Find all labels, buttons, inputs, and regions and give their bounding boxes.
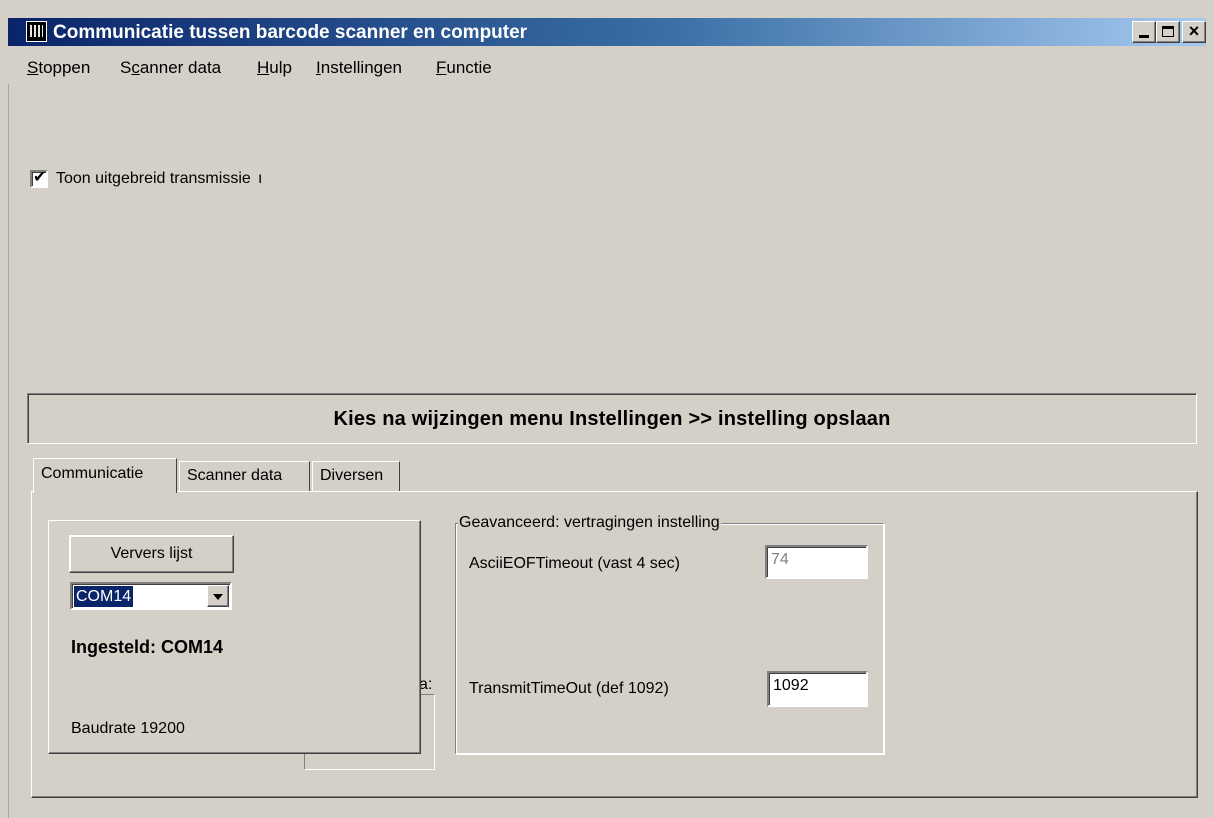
baudrate-label: Baudrate 19200 bbox=[71, 720, 185, 737]
tab-scanner-data[interactable]: Scanner data bbox=[179, 461, 310, 491]
tab-diversen[interactable]: Diversen bbox=[312, 461, 400, 491]
minimize-button[interactable] bbox=[1132, 21, 1156, 43]
checkmark-icon: ✔ bbox=[33, 169, 47, 186]
transmission-checkbox-label: Toon uitgebreid transmissie ι bbox=[56, 170, 262, 187]
obscured-label: a: bbox=[419, 676, 433, 693]
chevron-down-icon bbox=[213, 594, 223, 600]
dropdown-button[interactable] bbox=[207, 585, 229, 607]
maximize-icon bbox=[1162, 26, 1174, 37]
selected-com-port: COM14 bbox=[74, 586, 134, 607]
window-title: Communicatie tussen barcode scanner en c… bbox=[53, 22, 528, 43]
settings-banner-text: Kies na wijzingen menu Instellingen >> i… bbox=[333, 408, 891, 430]
advanced-group-title: Geavanceerd: vertragingen instelling bbox=[458, 513, 721, 533]
app-icon[interactable] bbox=[26, 21, 47, 42]
minimize-icon bbox=[1139, 35, 1149, 38]
settings-banner: Kies na wijzingen menu Instellingen >> i… bbox=[27, 393, 1197, 444]
menu-stoppen[interactable]: Stoppen bbox=[27, 56, 90, 80]
transmit-timeout-field[interactable]: 1092 bbox=[767, 671, 868, 707]
ascii-eof-timeout-field: 74 bbox=[765, 545, 868, 579]
transmission-checkbox[interactable]: ✔ bbox=[30, 169, 48, 188]
main-window: Communicatie tussen barcode scanner en c… bbox=[0, 0, 1214, 818]
close-button[interactable]: × bbox=[1182, 21, 1206, 43]
ascii-eof-timeout-label: AsciiEOFTimeout (vast 4 sec) bbox=[469, 555, 681, 572]
com-port-select[interactable]: COM14 bbox=[70, 582, 232, 610]
menu-scanner-data[interactable]: Scanner data bbox=[120, 56, 221, 80]
window-left-border bbox=[8, 84, 9, 818]
close-icon: × bbox=[1188, 21, 1200, 41]
refresh-list-button[interactable]: Ververs lijst bbox=[69, 535, 234, 573]
menu-functie[interactable]: Functie bbox=[436, 56, 492, 80]
maximize-button[interactable] bbox=[1156, 21, 1180, 43]
menu-hulp[interactable]: Hulp bbox=[257, 56, 292, 80]
menu-instellingen[interactable]: Instellingen bbox=[316, 56, 402, 80]
configured-port-label: Ingesteld: COM14 bbox=[71, 637, 224, 657]
transmit-timeout-label: TransmitTimeOut (def 1092) bbox=[469, 680, 669, 697]
tab-communicatie[interactable]: Communicatie bbox=[33, 458, 177, 493]
